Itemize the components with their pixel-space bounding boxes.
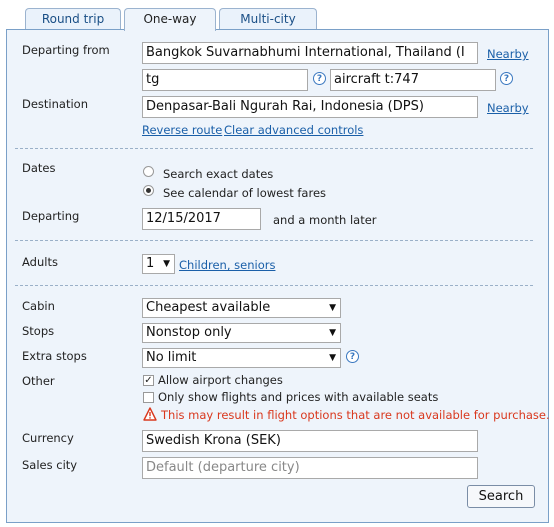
calendar-fares-radio[interactable] xyxy=(143,185,154,196)
adults-select-value: 1 xyxy=(146,256,155,271)
search-button[interactable]: Search xyxy=(467,485,535,508)
separator-3 xyxy=(15,285,533,286)
currency-input[interactable]: Swedish Krona (SEK) xyxy=(142,430,478,452)
other-label: Other xyxy=(22,374,55,388)
tab-multi-city[interactable]: Multi-city xyxy=(219,8,317,29)
calendar-fares-label: See calendar of lowest fares xyxy=(163,186,327,200)
carrier-help-icon[interactable]: ? xyxy=(313,72,326,85)
allow-changes-checkbox[interactable]: ✓ xyxy=(143,375,154,386)
aircraft-input[interactable]: aircraft t:747 xyxy=(330,69,496,91)
departing-from-input[interactable]: Bangkok Suvarnabhumi International, Thai… xyxy=(142,42,478,64)
tab-one-way[interactable]: One-way xyxy=(124,8,216,31)
departing-date-label: Departing xyxy=(22,209,80,223)
warning-icon xyxy=(143,407,157,421)
adults-select[interactable]: 1 ▼ xyxy=(142,254,175,274)
departing-date-input[interactable]: 12/15/2017 xyxy=(142,208,261,230)
sales-city-input[interactable]: Default (departure city) xyxy=(142,457,478,479)
carrier-input[interactable]: tg xyxy=(142,69,308,91)
stops-select-value: Nonstop only xyxy=(146,325,232,340)
chevron-down-icon: ▼ xyxy=(329,328,336,338)
dates-label: Dates xyxy=(22,161,56,175)
allow-changes-label: Allow airport changes xyxy=(158,373,283,387)
aircraft-help-icon[interactable]: ? xyxy=(500,72,513,85)
separator-1 xyxy=(15,148,533,149)
currency-label: Currency xyxy=(22,431,74,445)
exact-dates-radio[interactable] xyxy=(143,166,154,177)
cabin-select[interactable]: Cheapest available ▼ xyxy=(142,298,341,318)
extra-stops-help-icon[interactable]: ? xyxy=(346,350,359,363)
clear-advanced-link[interactable]: Clear advanced controls xyxy=(224,123,363,137)
stops-select[interactable]: Nonstop only ▼ xyxy=(142,323,341,343)
departing-from-label: Departing from xyxy=(22,43,110,57)
exact-dates-label: Search exact dates xyxy=(163,167,274,181)
adults-label: Adults xyxy=(22,255,58,269)
tab-round-trip[interactable]: Round trip xyxy=(25,8,121,29)
separator-2 xyxy=(15,240,533,241)
destination-label: Destination xyxy=(22,97,88,111)
destination-input[interactable]: Denpasar-Bali Ngurah Rai, Indonesia (DPS… xyxy=(142,96,478,118)
reverse-route-link[interactable]: Reverse route xyxy=(142,123,222,137)
chevron-down-icon: ▼ xyxy=(329,303,336,313)
extra-stops-select[interactable]: No limit ▼ xyxy=(142,348,341,368)
only-available-checkbox[interactable] xyxy=(143,392,154,403)
stops-label: Stops xyxy=(22,324,55,338)
warning-text: This may result in flight options that a… xyxy=(161,408,550,422)
children-seniors-link[interactable]: Children, seniors xyxy=(179,258,275,272)
extra-stops-label: Extra stops xyxy=(22,349,87,363)
sales-city-label: Sales city xyxy=(22,458,78,472)
nearby-origin-link[interactable]: Nearby xyxy=(487,47,529,61)
cabin-select-value: Cheapest available xyxy=(146,300,271,315)
chevron-down-icon: ▼ xyxy=(329,353,336,363)
only-available-label: Only show flights and prices with availa… xyxy=(158,390,439,404)
extra-stops-select-value: No limit xyxy=(146,350,197,365)
cabin-label: Cabin xyxy=(22,299,55,313)
nearby-destination-link[interactable]: Nearby xyxy=(487,101,529,115)
month-later-text: and a month later xyxy=(273,213,377,227)
chevron-down-icon: ▼ xyxy=(163,259,170,269)
